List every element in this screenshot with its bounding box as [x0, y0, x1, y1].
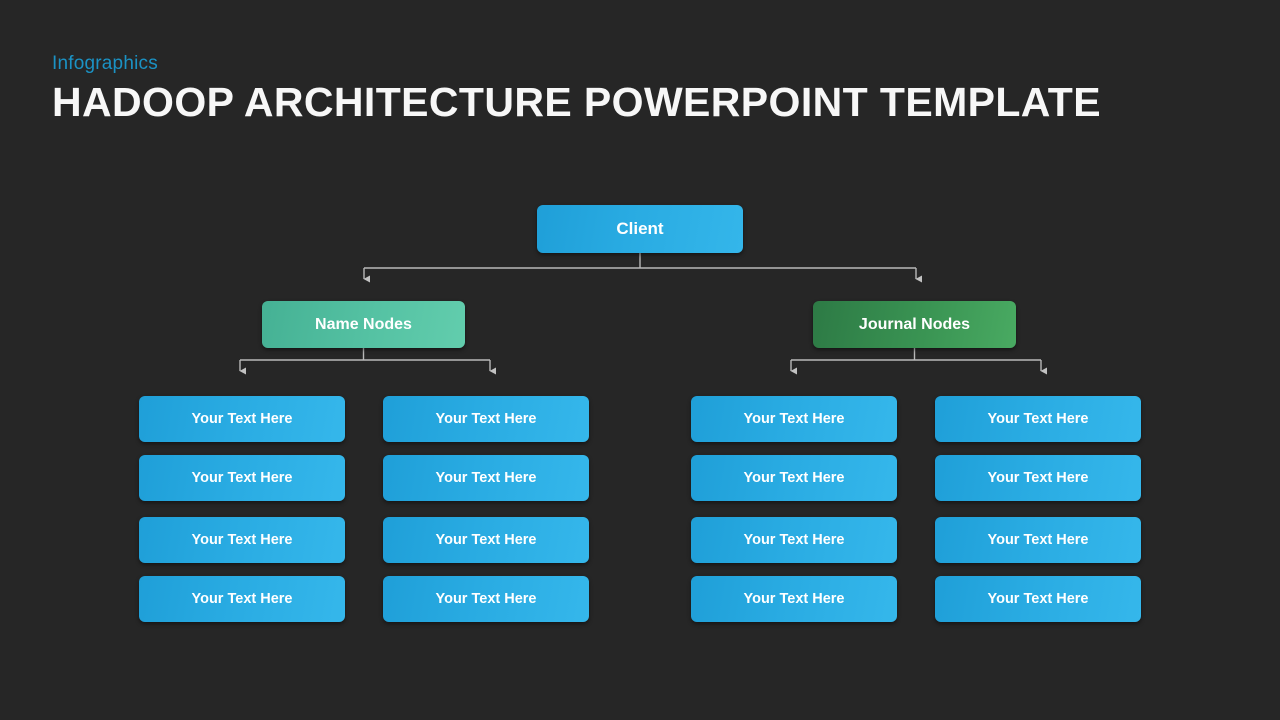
leaf-node[interactable]: Your Text Here — [383, 455, 589, 501]
leaf-node[interactable]: Your Text Here — [139, 396, 345, 442]
node-journal-nodes[interactable]: Journal Nodes — [813, 301, 1016, 348]
connector-client-to-branches — [363, 253, 922, 283]
leaf-node[interactable]: Your Text Here — [139, 455, 345, 501]
node-client[interactable]: Client — [537, 205, 743, 253]
leaf-node[interactable]: Your Text Here — [935, 576, 1141, 622]
leaf-node[interactable]: Your Text Here — [383, 396, 589, 442]
hadoop-architecture-diagram: Client Name Nodes Journal Nodes Your Tex… — [0, 0, 1280, 720]
leaf-node[interactable]: Your Text Here — [139, 517, 345, 563]
connector-name-nodes-to-columns — [239, 348, 496, 375]
leaf-node[interactable]: Your Text Here — [139, 576, 345, 622]
leaf-node[interactable]: Your Text Here — [691, 517, 897, 563]
connector-journal-nodes-to-columns — [790, 348, 1047, 375]
leaf-node[interactable]: Your Text Here — [691, 576, 897, 622]
leaf-node[interactable]: Your Text Here — [691, 396, 897, 442]
leaf-node[interactable]: Your Text Here — [935, 517, 1141, 563]
leaf-node[interactable]: Your Text Here — [383, 576, 589, 622]
leaf-node[interactable]: Your Text Here — [383, 517, 589, 563]
node-name-nodes[interactable]: Name Nodes — [262, 301, 465, 348]
leaf-node[interactable]: Your Text Here — [935, 396, 1141, 442]
leaf-node[interactable]: Your Text Here — [935, 455, 1141, 501]
leaf-node[interactable]: Your Text Here — [691, 455, 897, 501]
